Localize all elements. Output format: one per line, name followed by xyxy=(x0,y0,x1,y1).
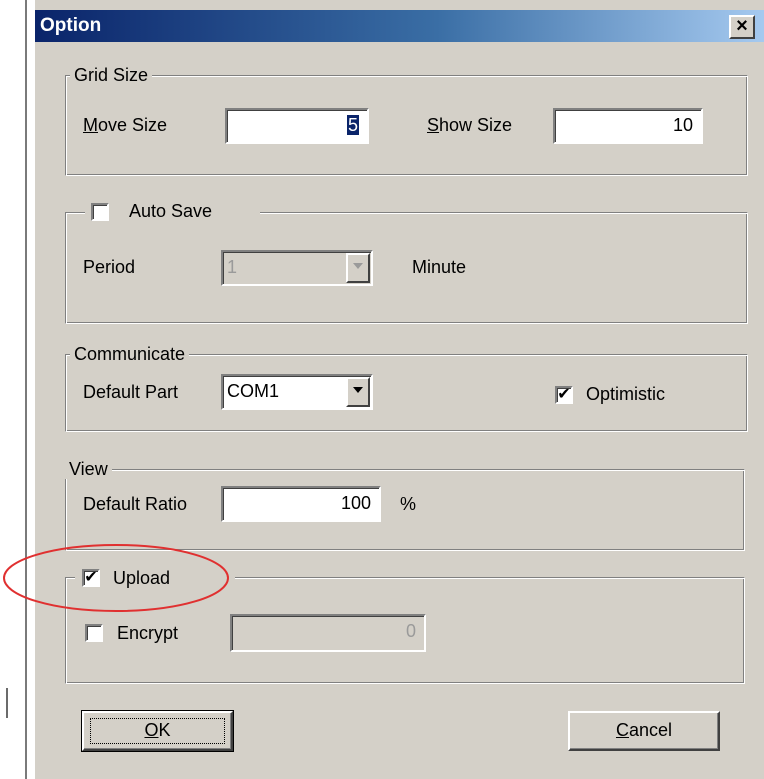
highlight-ellipse xyxy=(3,544,229,612)
annotation-overlay xyxy=(3,544,229,612)
